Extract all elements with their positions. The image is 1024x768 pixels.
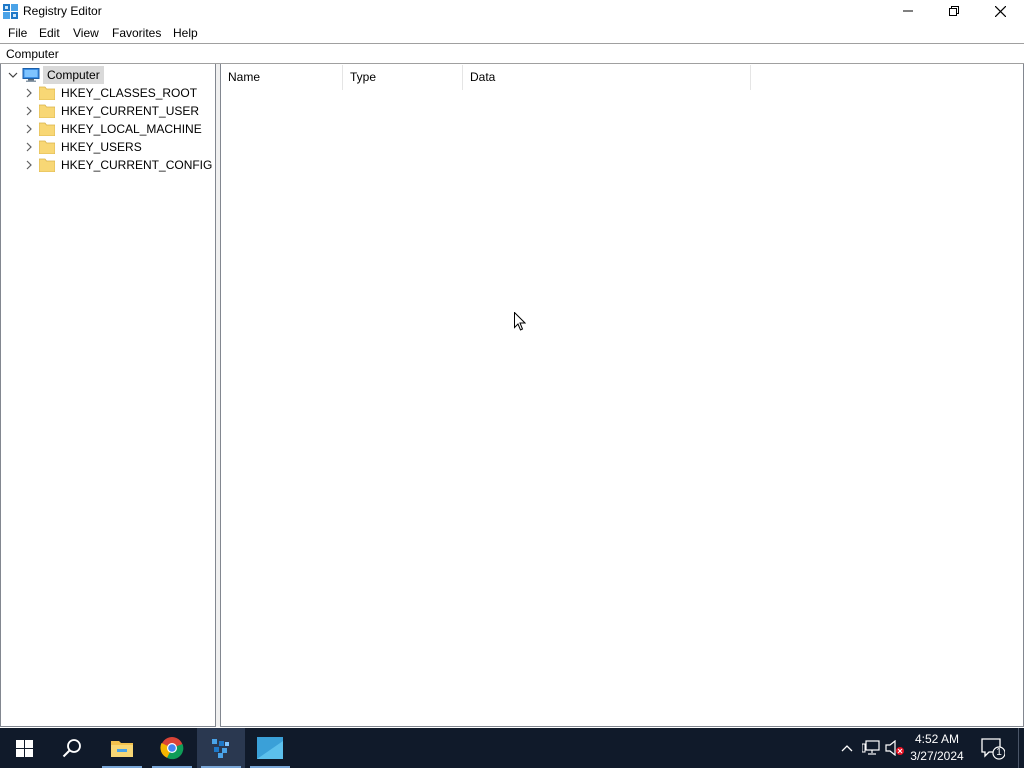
tree-item-label: HKEY_USERS — [61, 140, 142, 154]
chevron-right-icon[interactable] — [24, 142, 34, 152]
tree-item-hkey-local-machine[interactable]: HKEY_LOCAL_MACHINE — [1, 120, 202, 138]
column-header-data[interactable]: Data — [463, 65, 751, 90]
search-button[interactable] — [48, 728, 96, 768]
address-path[interactable]: Computer — [6, 47, 59, 61]
key-tree[interactable]: Computer HKEY_CLASSES_ROOT HKEY_CURRENT_… — [0, 64, 216, 727]
mouse-cursor-icon — [514, 312, 526, 331]
menu-view[interactable]: View — [73, 26, 99, 40]
registry-editor-icon — [3, 4, 18, 19]
taskbar-registry-editor[interactable] — [197, 728, 245, 768]
close-icon — [994, 5, 1006, 17]
tree-item-label: Computer — [43, 66, 104, 84]
app-window-icon — [257, 737, 283, 759]
folder-icon — [39, 122, 55, 136]
chevron-right-icon[interactable] — [24, 88, 34, 98]
column-header-type[interactable]: Type — [343, 65, 463, 90]
computer-icon — [22, 68, 40, 82]
minimize-icon — [903, 10, 913, 12]
show-hidden-icons-button[interactable] — [837, 728, 857, 768]
window-title: Registry Editor — [23, 4, 102, 18]
clock-time: 4:52 AM — [914, 732, 960, 746]
minimize-button[interactable] — [885, 0, 931, 22]
title-bar[interactable]: Registry Editor — [0, 0, 1024, 23]
show-desktop-button[interactable] — [1018, 728, 1019, 768]
clock[interactable]: 4:52 AM 3/27/2024 — [898, 731, 976, 765]
taskbar: 4:52 AM 3/27/2024 1 — [0, 728, 1024, 768]
folder-icon — [39, 158, 55, 172]
network-button[interactable] — [860, 728, 882, 768]
list-header: Name Type Data — [221, 65, 1023, 90]
search-icon — [62, 739, 81, 758]
notification-count: 1 — [996, 747, 1002, 758]
folder-icon — [39, 104, 55, 118]
folder-icon — [39, 140, 55, 154]
tree-item-hkey-classes-root[interactable]: HKEY_CLASSES_ROOT — [1, 84, 197, 102]
registry-editor-icon — [212, 739, 229, 758]
taskbar-app-window[interactable] — [246, 728, 294, 768]
tree-item-label: HKEY_LOCAL_MACHINE — [61, 122, 202, 136]
clock-date: 3/27/2024 — [910, 749, 964, 763]
restore-icon — [949, 6, 959, 16]
menu-help[interactable]: Help — [173, 26, 198, 40]
chevron-right-icon[interactable] — [24, 124, 34, 134]
tree-item-computer[interactable]: Computer — [1, 66, 104, 84]
menu-favorites[interactable]: Favorites — [112, 26, 161, 40]
network-icon — [862, 740, 880, 755]
chevron-up-icon — [841, 745, 853, 752]
tree-item-hkey-current-config[interactable]: HKEY_CURRENT_CONFIG — [1, 156, 212, 174]
chrome-icon — [160, 737, 184, 760]
taskbar-file-explorer[interactable] — [98, 728, 146, 768]
restore-button[interactable] — [931, 0, 977, 22]
tree-item-label: HKEY_CLASSES_ROOT — [61, 86, 198, 100]
start-button[interactable] — [0, 728, 48, 768]
column-header-name[interactable]: Name — [221, 65, 343, 90]
close-button[interactable] — [977, 0, 1023, 22]
tree-item-hkey-users[interactable]: HKEY_USERS — [1, 138, 142, 156]
value-list[interactable]: Name Type Data — [220, 64, 1024, 727]
address-bar[interactable]: Computer — [0, 43, 1024, 64]
chevron-right-icon[interactable] — [24, 160, 34, 170]
file-explorer-icon — [111, 741, 133, 757]
action-center-button[interactable]: 1 — [979, 736, 1005, 760]
tree-item-hkey-current-user[interactable]: HKEY_CURRENT_USER — [1, 102, 199, 120]
tree-item-label: HKEY_CURRENT_CONFIG — [61, 158, 213, 172]
chevron-down-icon[interactable] — [8, 70, 18, 80]
menu-file[interactable]: File — [8, 26, 27, 40]
menu-bar: File Edit View Favorites Help — [0, 23, 1024, 43]
start-icon — [15, 739, 33, 757]
menu-edit[interactable]: Edit — [39, 26, 60, 40]
tree-item-label: HKEY_CURRENT_USER — [61, 104, 200, 118]
chevron-right-icon[interactable] — [24, 106, 34, 116]
taskbar-chrome[interactable] — [148, 728, 196, 768]
folder-icon — [39, 86, 55, 100]
